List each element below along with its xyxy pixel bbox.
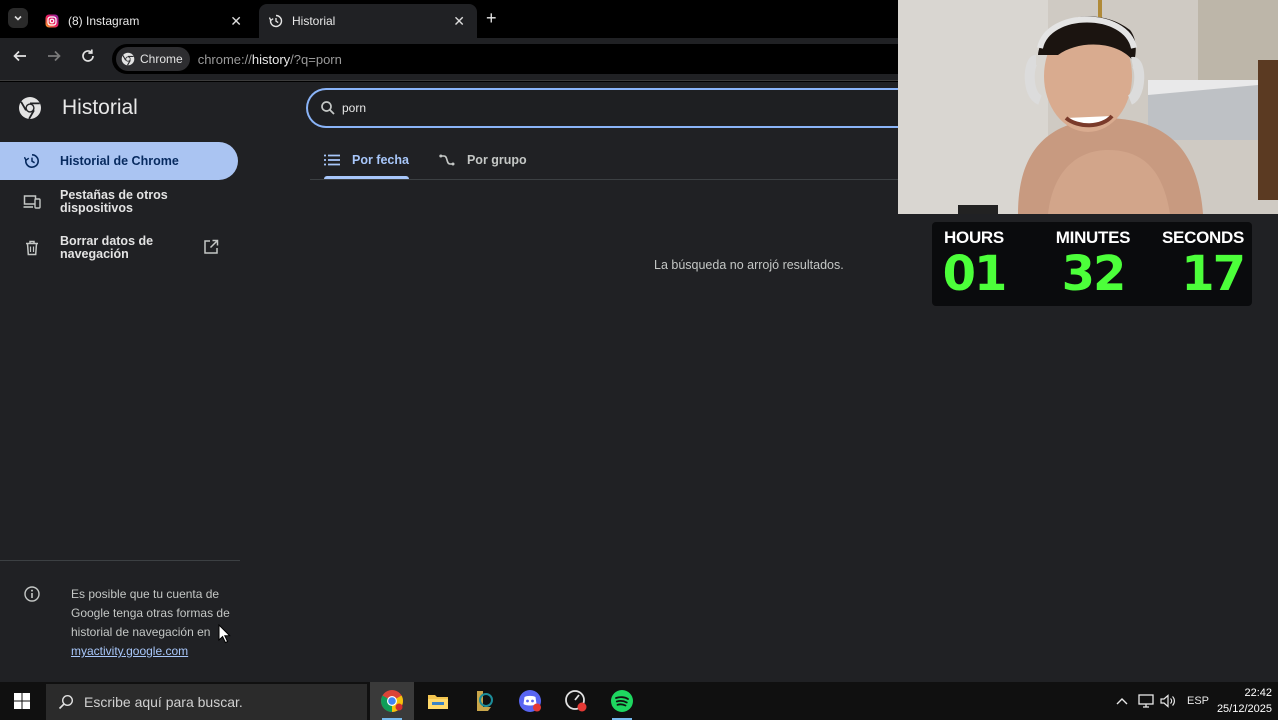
tab-title: Historial <box>292 14 336 28</box>
taskbar-app-clock[interactable] <box>554 682 598 720</box>
history-search[interactable] <box>306 88 906 128</box>
chrome-icon <box>121 52 135 66</box>
trash-icon <box>22 238 42 258</box>
timer-minutes: MINUTES 32 <box>1038 228 1148 298</box>
tabs-divider <box>310 179 898 180</box>
open-in-new-icon <box>203 239 219 258</box>
sidebar-item-other-devices[interactable]: Pestañas de otros dispositivos <box>0 186 238 218</box>
windows-taskbar: Escribe aquí para buscar. ESP 22:42 25/1… <box>0 682 1278 720</box>
info-text: Es posible que tu cuenta de Google tenga… <box>71 587 230 639</box>
volume-icon[interactable] <box>1160 682 1176 720</box>
reload-icon[interactable] <box>78 48 98 68</box>
tray-chevron-icon[interactable] <box>1116 682 1128 720</box>
tab-instagram[interactable]: (8) Instagram ✕ <box>36 4 254 38</box>
close-tab-icon[interactable]: ✕ <box>230 13 242 30</box>
browser-toolbar: Chrome chrome://history/?q=porn <box>0 38 898 81</box>
url-text: chrome://history/?q=porn <box>197 51 342 67</box>
page-title: Historial <box>62 96 138 119</box>
tab-search-button[interactable] <box>8 8 28 28</box>
clock[interactable]: 22:42 25/12/2025 <box>1214 685 1272 717</box>
speedometer-icon <box>565 690 587 712</box>
close-tab-icon[interactable]: ✕ <box>453 13 465 30</box>
group-icon <box>439 154 455 166</box>
taskbar-league-of-legends[interactable] <box>462 682 506 720</box>
timer-hours: HOURS 01 <box>940 228 1008 298</box>
spotify-icon <box>611 690 633 712</box>
history-page: Historial Historial de Chrome Pestañas d… <box>0 82 906 682</box>
no-results-message: La búsqueda no arrojó resultados. <box>654 258 844 272</box>
chip-label: Chrome <box>140 52 183 66</box>
taskbar-discord[interactable] <box>508 682 552 720</box>
instagram-icon <box>44 13 60 29</box>
list-icon <box>324 154 340 166</box>
clock-time: 22:42 <box>1244 687 1272 699</box>
tab-label: Por fecha <box>352 153 409 167</box>
hours-value: 01 <box>942 246 1008 302</box>
sidebar-item-label: Pestañas de otros dispositivos <box>60 188 168 215</box>
sidebar-divider <box>0 560 240 561</box>
address-bar[interactable]: Chrome chrome://history/?q=porn <box>112 44 898 74</box>
session-timer: HOURS 01 MINUTES 32 SECONDS 17 <box>932 222 1252 306</box>
site-info-chip[interactable]: Chrome <box>116 47 190 71</box>
chevron-down-icon <box>14 15 22 21</box>
search-icon <box>58 694 74 710</box>
language-indicator[interactable]: ESP <box>1187 682 1209 720</box>
taskbar-search-placeholder: Escribe aquí para buscar. <box>84 694 243 710</box>
page-header: Historial <box>18 96 138 120</box>
mouse-pointer-icon <box>218 623 232 649</box>
history-icon <box>268 13 284 29</box>
league-icon <box>477 691 493 711</box>
tab-historial[interactable]: Historial ✕ <box>259 4 477 38</box>
taskbar-chrome[interactable] <box>370 682 414 720</box>
sidebar-item-chrome-history[interactable]: Historial de Chrome <box>0 142 238 180</box>
forward-icon[interactable] <box>44 48 64 68</box>
tab-strip: (8) Instagram ✕ Historial ✕ + <box>0 0 898 38</box>
tab-title: (8) Instagram <box>68 14 140 28</box>
sidebar-item-label: Historial de Chrome <box>60 153 179 168</box>
search-icon <box>321 101 335 115</box>
folder-icon <box>428 695 448 709</box>
webcam-overlay <box>898 0 1278 214</box>
taskbar-search[interactable]: Escribe aquí para buscar. <box>46 684 367 720</box>
view-tabs: Por fecha Por grupo <box>324 142 557 180</box>
hours-label: HOURS <box>944 228 1004 247</box>
taskbar-spotify[interactable] <box>600 682 644 720</box>
tab-by-date[interactable]: Por fecha <box>324 142 409 179</box>
sidebar-item-label: Borrar datos de navegación <box>60 234 154 261</box>
minutes-label: MINUTES <box>1055 228 1131 247</box>
tab-label: Por grupo <box>466 153 527 167</box>
devices-icon <box>22 192 42 212</box>
search-input[interactable] <box>342 101 842 115</box>
discord-icon <box>519 690 541 712</box>
webcam-image <box>898 0 1278 214</box>
new-tab-icon[interactable]: + <box>486 8 497 29</box>
network-icon[interactable] <box>1138 682 1154 720</box>
myactivity-link[interactable]: myactivity.google.com <box>71 644 188 658</box>
activity-info: Es posible que tu cuenta de Google tenga… <box>71 585 236 661</box>
back-icon[interactable] <box>10 48 30 68</box>
chrome-logo-icon <box>19 97 41 120</box>
history-icon <box>22 151 42 171</box>
timer-seconds: SECONDS 17 <box>1156 228 1246 302</box>
taskbar-file-explorer[interactable] <box>416 682 460 720</box>
sidebar-item-clear-data[interactable]: Borrar datos de navegación <box>0 232 238 264</box>
windows-start-icon[interactable] <box>14 693 30 714</box>
clock-date: 25/12/2025 <box>1216 703 1272 715</box>
tab-by-group[interactable]: Por grupo <box>439 142 527 178</box>
seconds-value: 17 <box>1181 246 1246 302</box>
chrome-icon <box>381 690 403 712</box>
info-icon <box>24 586 40 607</box>
minutes-value: 32 <box>1061 246 1127 302</box>
seconds-label: SECONDS <box>1162 228 1244 247</box>
